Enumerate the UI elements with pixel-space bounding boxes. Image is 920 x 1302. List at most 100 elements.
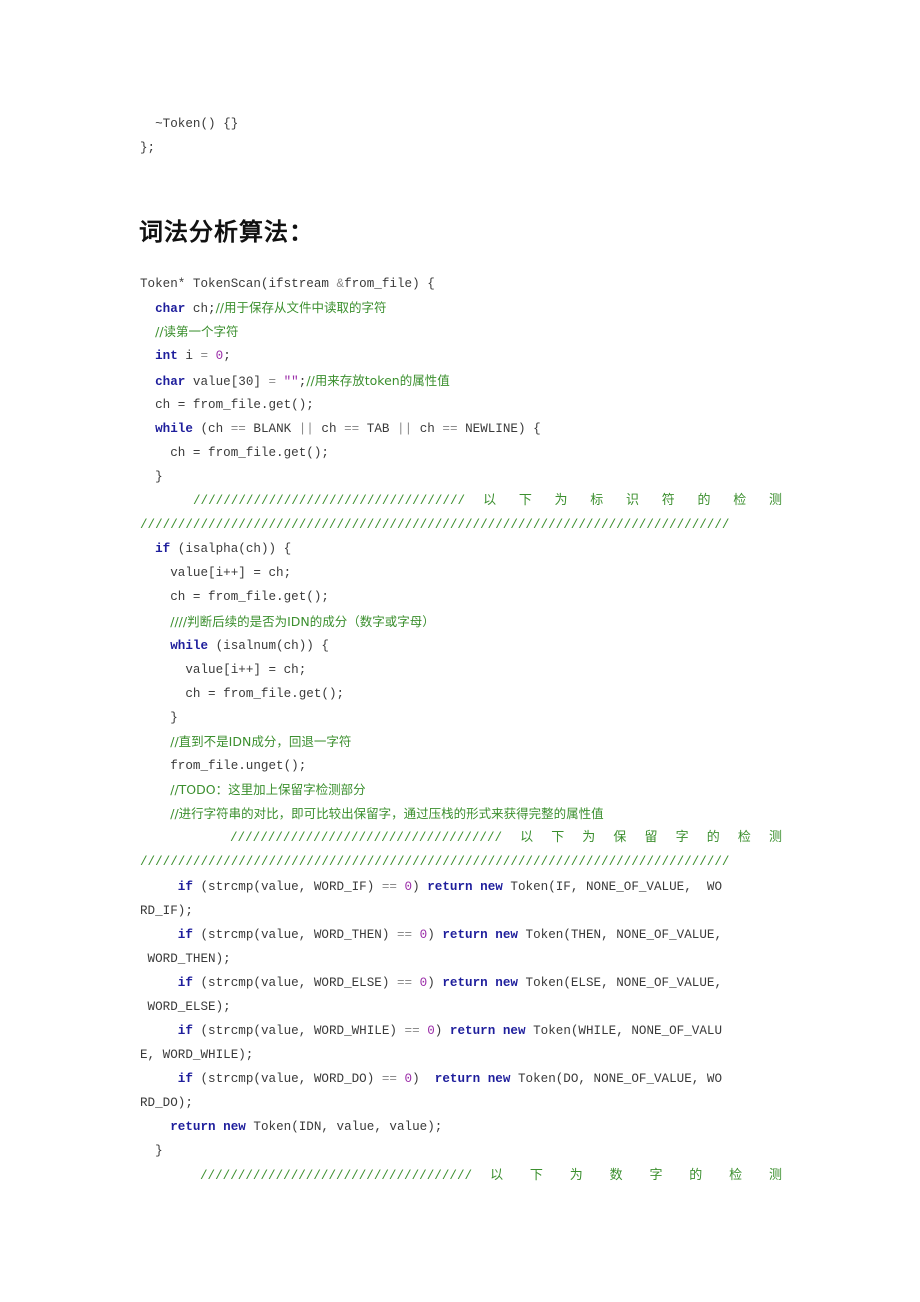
code-text: value[i++] = ch; (185, 663, 307, 677)
code-text: } (155, 1144, 163, 1158)
code-number: 0 (412, 928, 428, 942)
code-line: while (isalnum(ch)) { (140, 638, 329, 654)
code-text: RD_DO); (140, 1096, 193, 1110)
separator-char: 测 (768, 1168, 782, 1183)
separator-char: 的 (697, 493, 711, 508)
code-text: value[i++] = ch; (170, 566, 292, 580)
separator-char: 字 (675, 830, 689, 845)
code-text: ) (434, 1024, 450, 1038)
code-line: ch = from_file.get(); (140, 397, 314, 413)
code-text: ch = from_file.get(); (170, 590, 329, 604)
code-text: (strcmp(value, WORD_IF) (192, 880, 382, 894)
code-keyword: return (449, 1024, 496, 1038)
separator-char: 为 (582, 830, 596, 845)
code-text: } (170, 711, 178, 725)
code-text: from_file) { (344, 277, 435, 291)
code-line: from_file.unget(); (140, 758, 306, 774)
separator-char: 检 (737, 830, 751, 845)
code-line: char value[30] = "";//用来存放token的属性值 (140, 373, 450, 390)
code-operator: == (381, 880, 397, 894)
code-comment: //读第一个字符 (155, 324, 239, 339)
code-line: value[i++] = ch; (140, 662, 306, 678)
code-line: //TODO：这里加上保留字检测部分 (140, 782, 365, 799)
separator-char: 以 (483, 493, 497, 508)
code-line: if (strcmp(value, WORD_IF) == 0) return … (140, 879, 722, 895)
code-text: ch; (185, 302, 216, 316)
code-text: ch = from_file.get(); (170, 446, 329, 460)
code-keyword: return (434, 1072, 481, 1086)
code-keyword: char (155, 375, 186, 389)
separator-char: 检 (733, 493, 747, 508)
code-line: while (ch == BLANK || ch == TAB || ch ==… (140, 421, 541, 437)
separator-char: 下 (551, 830, 565, 845)
code-text: BLANK (245, 422, 299, 436)
code-text: ch = from_file.get(); (185, 687, 345, 701)
code-line: WORD_ELSE); (140, 999, 231, 1015)
separator-char: 字 (649, 1168, 663, 1183)
code-comment: //直到不是IDN成分，回退一字符 (170, 734, 352, 749)
code-text: (ch (192, 422, 231, 436)
code-line: if (strcmp(value, WORD_THEN) == 0) retur… (140, 927, 722, 943)
code-line: //读第一个字符 (140, 324, 239, 341)
code-text: TAB (359, 422, 398, 436)
separator-char: 保 (613, 830, 627, 845)
code-text: Token(WHILE, NONE_OF_VALU (525, 1024, 723, 1038)
separator-char: 测 (768, 493, 782, 508)
code-line-destructor: ~Token() {} (140, 117, 239, 131)
code-keyword: while (155, 422, 193, 436)
code-text: E, WORD_WHILE); (140, 1048, 254, 1062)
code-keyword: new (480, 880, 503, 894)
separator-char: 下 (518, 493, 532, 508)
code-line: //直到不是IDN成分，回退一字符 (140, 734, 351, 751)
code-line: } (140, 469, 163, 485)
code-text: ch = from_file.get(); (155, 398, 314, 412)
code-text: (strcmp(value, WORD_ELSE) (192, 976, 397, 990)
code-text: ch (313, 422, 345, 436)
separator-char: 为 (569, 1168, 583, 1183)
separator-slashes: //////////////////////////////////// (230, 831, 503, 845)
code-line: } (140, 1143, 163, 1159)
code-line: return new Token(IDN, value, value); (140, 1119, 442, 1135)
document-page: ~Token() {} }; 词法分析算法： Token* TokenScan(… (0, 0, 920, 1302)
separator-char: 为 (554, 493, 568, 508)
code-comment: //用于保存从文件中读取的字符 (215, 300, 387, 315)
code-line: E, WORD_WHILE); (140, 1047, 253, 1063)
code-text: Token(IDN, value, value); (245, 1120, 443, 1134)
code-keyword: if (155, 542, 171, 556)
separator-slashes: //////////////////////////////////// (200, 1169, 473, 1183)
code-comment: //进行字符串的对比，即可比较出保留字，通过压栈的形式来获得完整的属性值 (170, 806, 604, 821)
code-keyword: if (177, 1072, 193, 1086)
code-line: if (strcmp(value, WORD_WHILE) == 0) retu… (140, 1023, 722, 1039)
code-text: ch (412, 422, 443, 436)
code-keyword: new (502, 1024, 526, 1038)
code-keyword: new (495, 976, 518, 990)
comment-separator-number: //////////////////////////////////// 以 下… (200, 1168, 782, 1184)
code-operator: & (336, 277, 345, 291)
code-line: RD_DO); (140, 1095, 193, 1111)
code-operator: == (396, 928, 413, 942)
code-line-class-end: }; (140, 141, 156, 155)
separator-char: 检 (729, 1168, 743, 1183)
code-keyword: new (223, 1120, 246, 1134)
section-heading: 词法分析算法： (139, 218, 314, 246)
separator-char: 留 (644, 830, 658, 845)
code-text: (strcmp(value, WORD_WHILE) (192, 1024, 405, 1038)
code-text: ) (412, 880, 428, 894)
separator-char: 的 (706, 830, 720, 845)
separator-char: 识 (626, 493, 640, 508)
code-operator: || (298, 422, 314, 436)
code-string: "" (283, 375, 299, 389)
code-keyword: int (155, 349, 178, 363)
code-operator: == (442, 422, 458, 436)
code-keyword: return (442, 976, 488, 990)
code-line: if (strcmp(value, WORD_DO) == 0) return … (140, 1071, 722, 1087)
code-number: 0 (419, 1024, 435, 1038)
code-text: (strcmp(value, WORD_THEN) (192, 928, 397, 942)
separator-label: 以 下 为 数 字 的 检 测 (490, 1168, 782, 1184)
code-operator: == (344, 422, 360, 436)
comment-separator-reserved: //////////////////////////////////// 以 下… (230, 830, 782, 846)
code-operator: == (381, 1072, 397, 1086)
separator-char: 以 (520, 830, 534, 845)
